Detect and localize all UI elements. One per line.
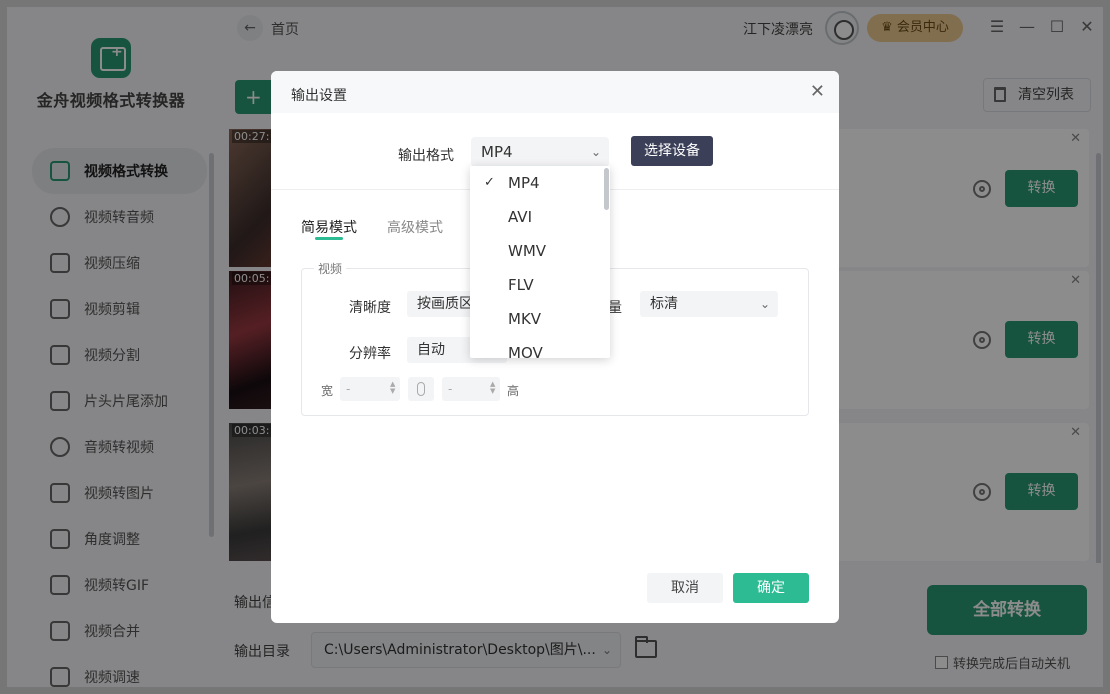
option-label: FLV bbox=[508, 276, 534, 294]
chevron-down-icon: ⌄ bbox=[759, 297, 770, 311]
checkmark-icon: ✓ bbox=[484, 175, 495, 190]
group-title: 视频 bbox=[314, 260, 347, 277]
format-dropdown: ✓ MP4 AVI WMV FLV MKV MOV bbox=[470, 166, 610, 358]
link-ratio-icon[interactable] bbox=[408, 377, 434, 401]
resolution-label: 分辨率 bbox=[349, 346, 391, 362]
width-label: 宽 bbox=[321, 384, 334, 398]
output-format-value: MP4 bbox=[481, 143, 513, 161]
option-label: MP4 bbox=[508, 174, 540, 192]
tab-simple-mode[interactable]: 简易模式 bbox=[301, 217, 357, 237]
confirm-button[interactable]: 确定 bbox=[733, 573, 809, 603]
dropdown-option-flv[interactable]: FLV bbox=[470, 268, 604, 302]
dropdown-option-avi[interactable]: AVI bbox=[470, 200, 604, 234]
stepper-arrows-icon: ▲ ▼ bbox=[490, 380, 496, 395]
dropdown-option-mp4[interactable]: ✓ MP4 bbox=[470, 166, 604, 200]
width-value: - bbox=[346, 382, 351, 396]
option-label: AVI bbox=[508, 208, 532, 226]
tab-active-indicator bbox=[315, 237, 343, 240]
cancel-button[interactable]: 取消 bbox=[647, 573, 723, 603]
height-label: 高 bbox=[507, 384, 520, 398]
resolution-value: 自动 bbox=[417, 342, 445, 358]
quality-label: 量 bbox=[608, 300, 622, 316]
dialog-title: 输出设置 bbox=[291, 88, 347, 104]
dialog-header: 输出设置 ✕ bbox=[271, 71, 839, 113]
height-value: - bbox=[448, 382, 453, 396]
dropdown-option-mkv[interactable]: MKV bbox=[470, 302, 604, 336]
option-label: MKV bbox=[508, 310, 542, 328]
output-format-select[interactable]: MP4 ⌄ bbox=[471, 137, 609, 167]
output-format-label: 输出格式 bbox=[398, 148, 454, 164]
stepper-arrows-icon: ▲ ▼ bbox=[390, 380, 396, 395]
close-icon[interactable]: ✕ bbox=[810, 81, 825, 102]
chevron-down-icon: ⌄ bbox=[590, 145, 601, 159]
clarity-value: 按画质区 bbox=[417, 296, 473, 312]
height-stepper[interactable]: - ▲ ▼ bbox=[442, 377, 500, 401]
dropdown-option-mov[interactable]: MOV bbox=[470, 336, 604, 358]
quality-value: 标清 bbox=[650, 296, 678, 312]
option-label: MOV bbox=[508, 344, 543, 358]
option-label: WMV bbox=[508, 242, 547, 260]
width-stepper[interactable]: - ▲ ▼ bbox=[340, 377, 400, 401]
clarity-label: 清晰度 bbox=[349, 300, 391, 316]
tab-advanced-mode[interactable]: 高级模式 bbox=[387, 217, 443, 237]
quality-select[interactable]: 标清 ⌄ bbox=[640, 291, 778, 317]
dropdown-scrollbar[interactable] bbox=[604, 168, 609, 210]
select-device-button[interactable]: 选择设备 bbox=[631, 136, 713, 166]
dropdown-option-wmv[interactable]: WMV bbox=[470, 234, 604, 268]
